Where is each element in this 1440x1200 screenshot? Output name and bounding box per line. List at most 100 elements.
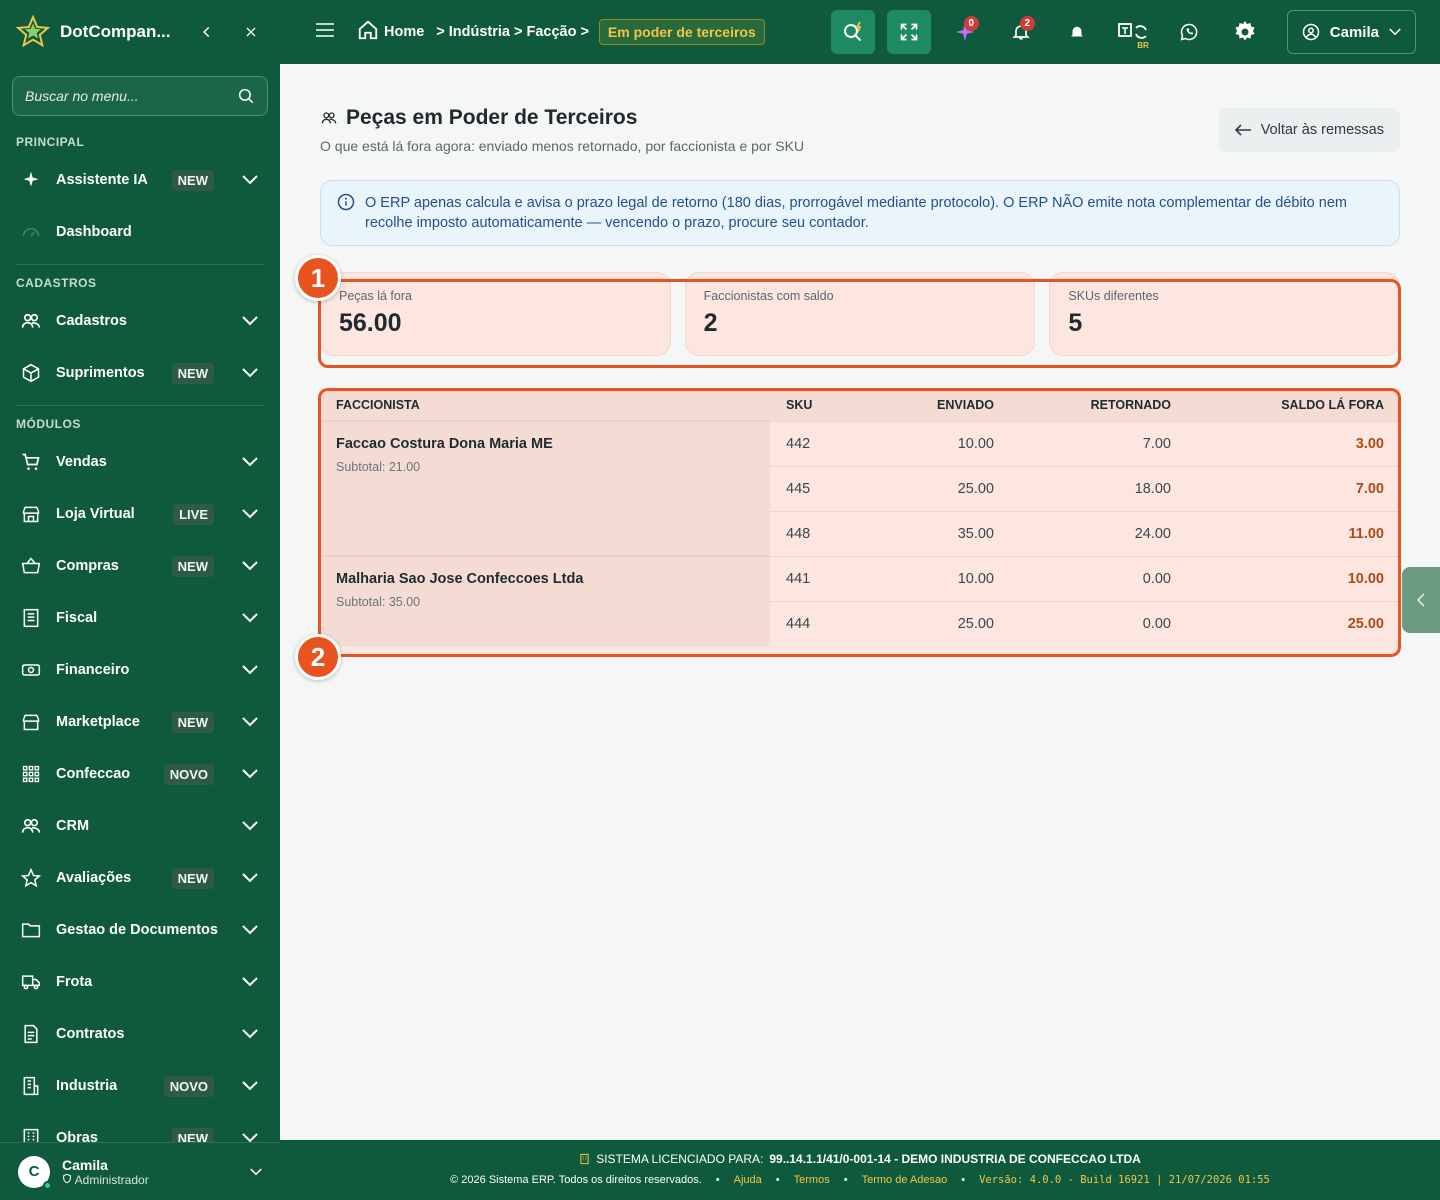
chevron-down-icon[interactable] — [240, 717, 260, 727]
alerts-button[interactable] — [1055, 10, 1099, 54]
hamburger-menu-icon[interactable] — [316, 22, 338, 42]
faccionista-subtotal: Subtotal: 35.00 — [336, 595, 421, 609]
close-icon[interactable] — [238, 19, 264, 45]
menu-search-input[interactable] — [25, 88, 237, 104]
sidebar-item-crm[interactable]: CRM — [0, 800, 280, 852]
search-icon[interactable] — [237, 87, 255, 105]
section-principal: PRINCIPAL — [16, 135, 85, 149]
basket-icon — [20, 555, 42, 577]
shield-icon — [63, 1173, 71, 1183]
chevron-left-icon — [1416, 593, 1425, 607]
chevron-down-icon[interactable] — [250, 1163, 262, 1181]
sidebar-user[interactable]: C Camila Administrador — [0, 1142, 280, 1200]
info-icon — [337, 193, 355, 211]
chevron-down-icon[interactable] — [240, 1029, 260, 1039]
sparkle-icon — [20, 169, 42, 191]
sidebar-item-loja-virtual[interactable]: Loja Virtual LIVE — [0, 488, 280, 540]
home-icon[interactable] — [356, 19, 380, 45]
sidebar-item-avaliacoes[interactable]: Avaliações NEW — [0, 852, 280, 904]
sidebar-item-gestao-documentos[interactable]: Gestao de Documentos — [0, 904, 280, 956]
chevron-down-icon[interactable] — [240, 316, 260, 326]
chevron-down-icon[interactable] — [240, 368, 260, 378]
retornado-cell: 0.00 — [1010, 555, 1187, 601]
footer: SISTEMA LICENCIADO PARA: 99..14.1.1/41/0… — [280, 1140, 1440, 1200]
sidebar-item-label: Confeccao — [56, 766, 131, 782]
user-circle-icon — [1302, 23, 1320, 41]
link-termos[interactable]: Termos — [794, 1174, 830, 1186]
chevron-down-icon[interactable] — [240, 175, 260, 185]
chevron-down-icon[interactable] — [240, 665, 260, 675]
chevron-down-icon[interactable] — [240, 925, 260, 935]
sidebar-item-vendas[interactable]: Vendas — [0, 436, 280, 488]
breadcrumb: Home > Indústria > Facção > Em poder de … — [356, 19, 765, 45]
link-termo-adesao[interactable]: Termo de Adesao — [862, 1174, 948, 1186]
collapse-sidebar-icon[interactable] — [194, 19, 220, 45]
settings-button[interactable] — [1223, 10, 1267, 54]
sidebar-item-contratos[interactable]: Contratos — [0, 1008, 280, 1060]
back-button-label: Voltar às remessas — [1260, 122, 1384, 138]
kpi-value: 5 — [1068, 309, 1083, 337]
link-ajuda[interactable]: Ajuda — [734, 1174, 762, 1186]
topbar: Home > Indústria > Facção > Em poder de … — [280, 0, 1440, 64]
sidebar-item-industria[interactable]: Industria NOVO — [0, 1060, 280, 1112]
faccionista-cell: Malharia Sao Jose Confeccoes Ltda Subtot… — [320, 555, 770, 646]
users-icon — [20, 310, 42, 332]
notifications-button[interactable]: 2 — [999, 10, 1043, 54]
sidebar-item-frota[interactable]: Frota — [0, 956, 280, 1008]
sidebar-item-label: Avaliações — [56, 870, 132, 886]
chevron-down-icon[interactable] — [240, 457, 260, 467]
breadcrumb-faccao[interactable]: Facção — [526, 24, 576, 40]
sidebar-item-label: Assistente IA — [56, 172, 148, 188]
kpi-faccionistas-saldo: Faccionistas com saldo 2 — [684, 272, 1036, 356]
sidebar-item-confeccao[interactable]: Confeccao NOVO — [0, 748, 280, 800]
sidebar-item-compras[interactable]: Compras NEW — [0, 540, 280, 592]
chevron-down-icon[interactable] — [240, 873, 260, 883]
divider — [16, 264, 264, 265]
sidebar-item-fiscal[interactable]: Fiscal — [0, 592, 280, 644]
users-icon — [321, 112, 337, 124]
language-button[interactable]: BR — [1111, 10, 1155, 54]
avatar: C — [18, 1155, 52, 1190]
sidebar-item-suprimentos[interactable]: Suprimentos NEW — [0, 347, 280, 399]
saldo-cell: 10.00 — [1187, 555, 1400, 601]
sidebar-item-label: CRM — [56, 818, 90, 834]
chevron-down-icon[interactable] — [240, 977, 260, 987]
sidebar-item-label: Compras — [56, 558, 119, 574]
cash-icon — [20, 659, 42, 681]
side-panel-toggle[interactable] — [1402, 567, 1440, 633]
ai-assistant-button[interactable]: 0 — [943, 10, 987, 54]
novo-badge: NOVO — [163, 1075, 214, 1097]
sku-cell: 444 — [770, 600, 860, 646]
breadcrumb-industria[interactable]: Indústria — [449, 24, 510, 40]
document-icon — [20, 1023, 42, 1045]
breadcrumb-home[interactable]: Home — [384, 24, 424, 40]
quick-search-button[interactable] — [830, 10, 875, 54]
sidebar-item-label: Loja Virtual — [56, 506, 135, 522]
chevron-down-icon[interactable] — [240, 1081, 260, 1091]
enviado-cell: 25.00 — [860, 600, 1010, 646]
chevron-down-icon[interactable] — [240, 821, 260, 831]
bullet-separator: • — [715, 1174, 720, 1186]
user-role: Administrador — [62, 1173, 238, 1187]
sidebar-item-dashboard[interactable]: Dashboard — [0, 206, 280, 258]
whatsapp-button[interactable] — [1167, 10, 1211, 54]
chevron-down-icon[interactable] — [240, 769, 260, 779]
chevron-down-icon[interactable] — [240, 561, 260, 571]
user-menu-button[interactable]: Camila — [1286, 10, 1416, 54]
sidebar-item-financeiro[interactable]: Financeiro — [0, 644, 280, 696]
grid-icon — [20, 763, 42, 785]
sidebar-item-marketplace[interactable]: Marketplace NEW — [0, 696, 280, 748]
gear-icon — [1235, 21, 1255, 41]
info-alert: O ERP apenas calcula e avisa o prazo leg… — [320, 180, 1400, 246]
chevron-down-icon[interactable] — [240, 509, 260, 519]
sidebar-item-cadastros[interactable]: Cadastros — [0, 295, 280, 347]
fullscreen-button[interactable] — [886, 10, 931, 54]
back-to-shipments-button[interactable]: Voltar às remessas — [1218, 108, 1400, 152]
chevron-down-icon[interactable] — [240, 613, 260, 623]
page-subtitle: O que está lá fora agora: enviado menos … — [320, 138, 805, 154]
bullet-separator: • — [961, 1174, 966, 1186]
page-title: Peças em Poder de Terceiros — [320, 106, 637, 130]
sidebar-item-assistente-ia[interactable]: Assistente IA NEW — [0, 154, 280, 206]
main-content: Peças em Poder de Terceiros O que está l… — [280, 64, 1440, 1140]
translate-icon — [1117, 23, 1147, 39]
